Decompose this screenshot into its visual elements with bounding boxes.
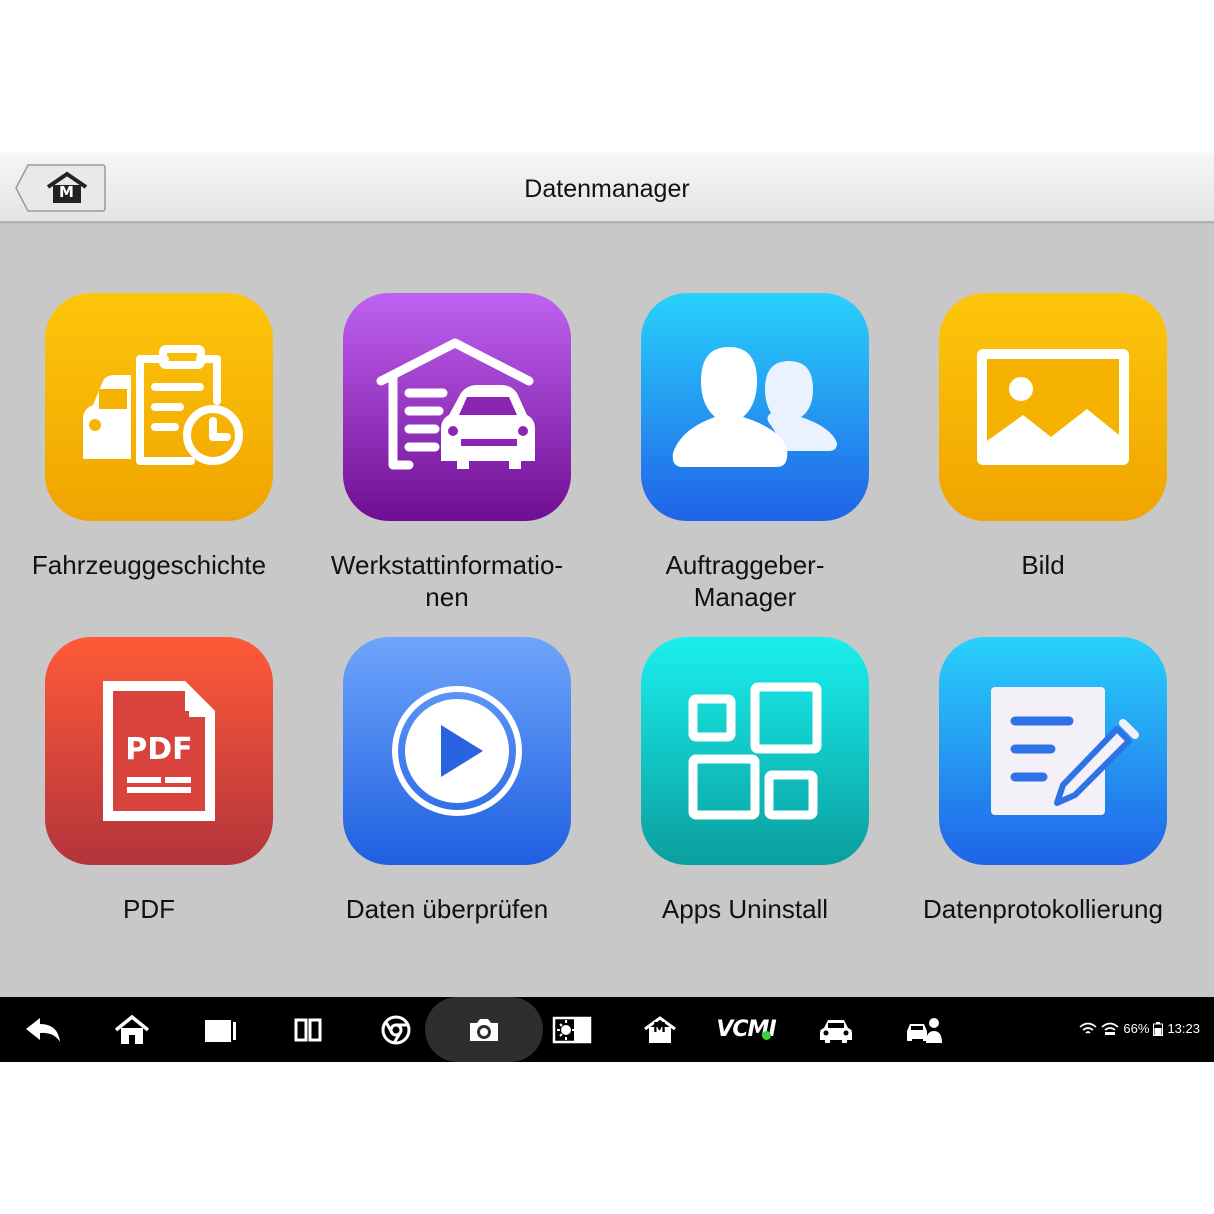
apps-grid-icon (641, 637, 869, 865)
app-grid: Fahrzeuggeschichte Werkstattinformatio- … (0, 293, 1214, 924)
nav-home-letter: M (653, 1021, 666, 1036)
browser-button[interactable] (356, 997, 436, 1062)
brightness-button[interactable] (532, 997, 612, 1062)
battery-icon (1153, 1021, 1164, 1036)
tile-label: Auftraggeber- Manager (665, 550, 825, 612)
remote-expert-button[interactable] (884, 997, 964, 1062)
app-header: M Datenmanager (0, 153, 1214, 222)
tile-label: Daten überprüfen (345, 894, 549, 924)
wifi-icon (1079, 1022, 1097, 1034)
system-navbar: M VCMI 66% 13:23 (0, 997, 1214, 1062)
tile-image[interactable]: Bild (894, 293, 1192, 623)
recent-apps-button[interactable] (180, 997, 260, 1062)
tile-label: Apps Uninstall (661, 894, 829, 924)
tile-apps-uninstall[interactable]: Apps Uninstall (596, 637, 894, 967)
camera-icon (470, 1018, 498, 1041)
maxisys-home-button[interactable]: M (620, 997, 700, 1062)
image-icon (939, 293, 1167, 521)
car-technician-icon (907, 1017, 942, 1043)
chrome-browser-icon (381, 1015, 411, 1044)
vehicle-history-icon (45, 293, 273, 521)
back-button[interactable] (4, 997, 84, 1062)
vehicle-button[interactable] (796, 997, 876, 1062)
vci-wifi-icon (1101, 1022, 1119, 1035)
split-screen-button[interactable] (268, 997, 348, 1062)
tile-label: Fahrzeuggeschichte (31, 550, 267, 580)
tablet-screen: M Datenmanager Fahrzeuggeschichte Werkst… (0, 153, 1214, 1062)
tile-label: Werkstattinformatio- nen (330, 550, 564, 612)
clock: 13:23 (1167, 1021, 1200, 1036)
tile-label: Bild (1021, 550, 1065, 580)
svg-text:PDF: PDF (125, 732, 192, 767)
vcmi-status-icon (762, 1031, 771, 1040)
tile-data-logging[interactable]: Datenprotokollierung (894, 637, 1192, 967)
tile-customer-manager[interactable]: Auftraggeber- Manager (596, 293, 894, 623)
workshop-garage-icon (343, 293, 571, 521)
recent-apps-icon (205, 1019, 236, 1042)
split-screen-icon (294, 1018, 322, 1041)
data-log-edit-icon (939, 637, 1167, 865)
tile-label: PDF (123, 894, 175, 924)
tile-workshop-info[interactable]: Werkstattinformatio- nen (298, 293, 596, 623)
tile-label: Datenprotokollierung (923, 894, 1163, 924)
pdf-file-icon: PDF (45, 637, 273, 865)
tile-data-review[interactable]: Daten überprüfen (298, 637, 596, 967)
status-bar: 66% 13:23 (1079, 1021, 1200, 1036)
tile-pdf[interactable]: PDF PDF (0, 637, 298, 967)
customers-icon (641, 293, 869, 521)
play-video-icon (343, 637, 571, 865)
page-title: Datenmanager (524, 175, 690, 203)
tile-vehicle-history[interactable]: Fahrzeuggeschichte (0, 293, 298, 623)
car-icon (820, 1019, 852, 1043)
screenshot-button[interactable] (425, 997, 543, 1062)
battery-percent: 66% (1123, 1021, 1150, 1036)
back-arrow-icon (26, 1017, 60, 1042)
vcmi-button[interactable]: VCMI (706, 997, 786, 1062)
screen-brightness-icon (552, 1016, 592, 1043)
house-icon (114, 1014, 150, 1044)
home-nav-button[interactable] (92, 997, 172, 1062)
